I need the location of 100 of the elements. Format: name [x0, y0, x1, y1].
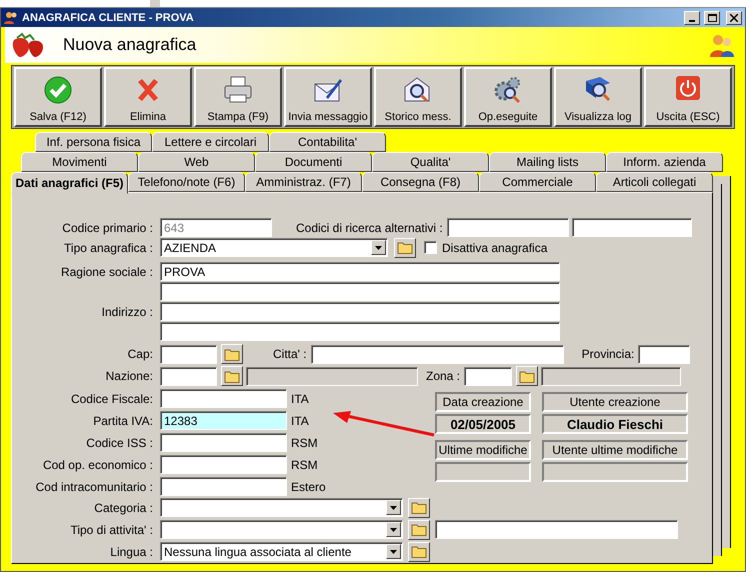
tab[interactable]: Dati anagrafici (F5) — [11, 172, 128, 194]
field-label: Categoria : — [93, 500, 154, 514]
field-label: Provincia: — [582, 347, 634, 361]
country-label: RSM — [291, 436, 318, 450]
info-heading: Ultime modifiche — [435, 440, 531, 460]
input-field[interactable] — [638, 344, 690, 364]
input-field[interactable]: 12383 — [160, 411, 287, 430]
users-icon — [4, 11, 18, 24]
checkmark-icon — [43, 75, 73, 105]
folder-icon — [411, 523, 427, 536]
field-label: Lingua : — [109, 544, 154, 558]
tab[interactable]: Amministraz. (F7) — [245, 172, 362, 192]
folder-icon — [519, 370, 536, 382]
input-field[interactable] — [160, 477, 287, 496]
input-field[interactable] — [464, 366, 512, 386]
field-label: Codice primario : — [61, 220, 154, 234]
input-field[interactable] — [572, 218, 692, 237]
users-icon — [709, 33, 735, 57]
tab[interactable]: Qualita' — [372, 152, 489, 172]
tab[interactable]: Documenti — [255, 152, 372, 172]
tab[interactable]: Commerciale — [479, 172, 596, 192]
minimize-button[interactable] — [684, 10, 700, 24]
folder-button[interactable] — [408, 498, 430, 518]
folder-button[interactable] — [221, 344, 243, 364]
input-field[interactable] — [435, 520, 678, 539]
input-field[interactable] — [160, 366, 217, 386]
folder-button[interactable] — [408, 520, 430, 540]
toolbar-button[interactable]: Stampa (F9) — [194, 67, 282, 127]
folder-icon — [411, 501, 427, 514]
field-label: Zona : — [426, 369, 460, 383]
input-field[interactable] — [160, 282, 560, 301]
toolbar-button[interactable]: Elimina — [104, 67, 192, 127]
maximize-icon — [708, 14, 716, 22]
info-heading: Data creazione — [435, 392, 531, 412]
folder-button[interactable] — [516, 366, 538, 386]
checkbox[interactable] — [424, 241, 437, 254]
field-label: Codice ISS : — [85, 436, 154, 450]
input-field[interactable] — [160, 389, 287, 408]
field-label: Citta' : — [273, 347, 307, 361]
folder-icon — [224, 370, 240, 382]
dropdown[interactable]: Nessuna lingua associata al cliente — [160, 542, 403, 561]
field-label: Cap: — [126, 347, 154, 361]
tab[interactable]: Telefono/note (F6) — [128, 172, 245, 192]
input-field[interactable]: PROVA — [160, 262, 560, 281]
field-label: Ragione sociale : — [60, 264, 154, 278]
field-label: Codici di ricerca alternativi : — [296, 220, 443, 234]
input-field[interactable] — [310, 344, 564, 364]
input-field[interactable] — [160, 322, 560, 341]
input-field[interactable] — [160, 302, 560, 321]
info-value: 02/05/2005 — [435, 414, 531, 434]
printer-icon — [222, 75, 254, 105]
info-heading: Utente creazione — [542, 392, 688, 412]
maximize-button[interactable] — [704, 10, 720, 24]
input-field[interactable] — [160, 433, 287, 452]
field-label: Codice Fiscale: — [70, 392, 154, 406]
toolbar-button[interactable]: Invia messaggio — [284, 67, 372, 127]
folder-button[interactable] — [394, 238, 416, 258]
dropdown[interactable]: AZIENDA — [160, 238, 388, 257]
folder-button[interactable] — [408, 542, 430, 562]
tab[interactable]: Inf. persona fisica — [35, 132, 152, 152]
country-label: ITA — [291, 392, 309, 406]
folder-icon — [224, 348, 240, 360]
field-label: Nazione: — [104, 369, 154, 383]
toolbar-button[interactable]: Visualizza log — [554, 67, 642, 127]
dropdown[interactable] — [160, 498, 403, 517]
close-icon — [730, 14, 738, 22]
caret-icon — [375, 246, 382, 250]
tab[interactable]: Contabilita' — [269, 132, 386, 152]
toolbar-button[interactable]: Salva (F12) — [14, 67, 102, 127]
folder-icon — [411, 545, 427, 558]
tab[interactable]: Articoli collegati — [596, 172, 713, 192]
folder-button[interactable] — [221, 366, 243, 386]
tab[interactable]: Consegna (F8) — [362, 172, 479, 192]
checkbox-label: Disattiva anagrafica — [442, 240, 548, 254]
field-label: Cod intracomunitario : — [34, 480, 154, 494]
caret-icon — [390, 528, 397, 532]
tab[interactable]: Web — [138, 152, 255, 172]
field-label: Cod op. economico : — [42, 458, 154, 472]
field-label: Indirizzo : — [100, 304, 154, 318]
country-label: ITA — [291, 414, 309, 428]
dropdown[interactable] — [160, 520, 403, 539]
window-title: ANAGRAFICA CLIENTE - PROVA — [22, 12, 195, 24]
toolbar-button[interactable]: Op.eseguite — [464, 67, 552, 127]
caret-icon — [390, 506, 397, 510]
info-heading: Utente ultime modifiche — [542, 440, 688, 460]
country-label: Estero — [291, 480, 326, 494]
close-button[interactable] — [726, 10, 742, 24]
tab[interactable]: Inform. azienda — [606, 152, 723, 172]
tab[interactable]: Mailing lists — [489, 152, 606, 172]
tab[interactable]: Movimenti — [21, 152, 138, 172]
input-field[interactable] — [446, 218, 569, 237]
country-label: RSM — [291, 458, 318, 472]
toolbar-button[interactable]: Storico mess. — [374, 67, 462, 127]
input-field[interactable] — [160, 344, 217, 364]
power-icon — [675, 75, 701, 101]
tab[interactable]: Lettere e circolari — [152, 132, 269, 152]
input-field[interactable] — [160, 455, 287, 474]
info-value: Claudio Fieschi — [542, 414, 688, 434]
field-label: Tipo anagrafica : — [63, 240, 154, 254]
toolbar-button[interactable]: Uscita (ESC) — [644, 67, 732, 127]
